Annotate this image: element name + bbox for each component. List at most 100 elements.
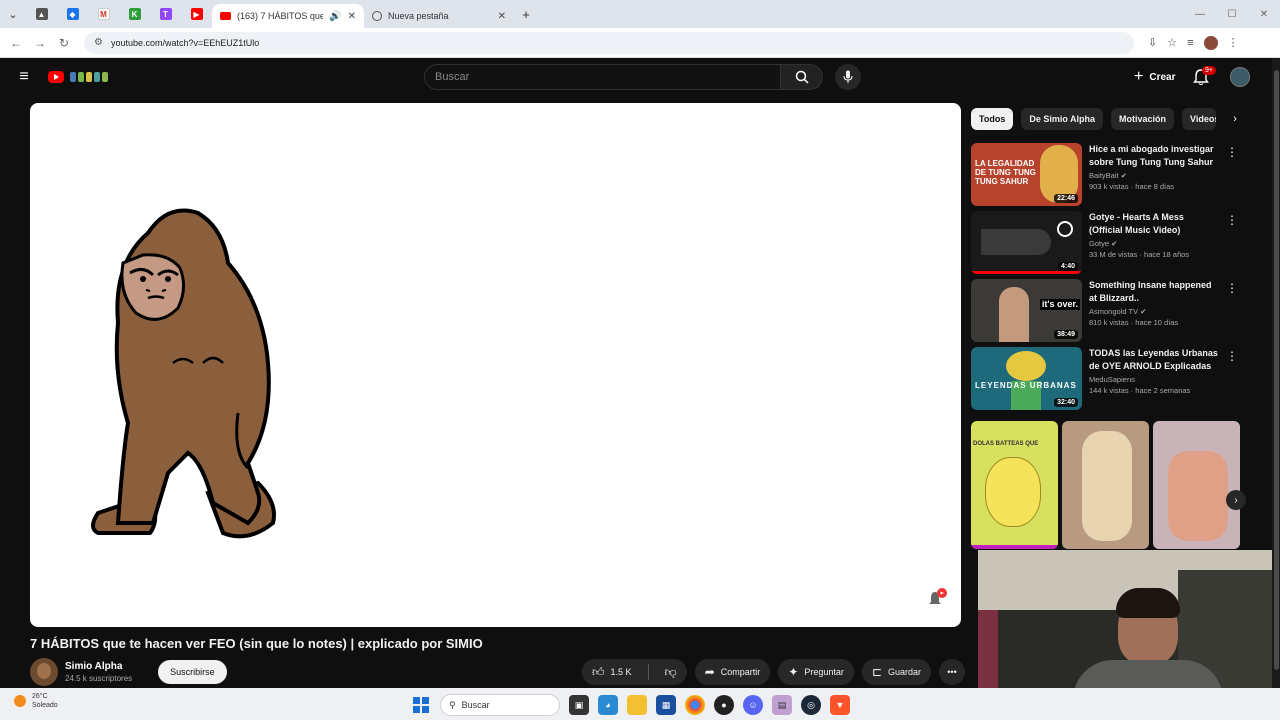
close-window-button[interactable]: ✕: [1248, 0, 1280, 28]
dislike-button[interactable]: 👎︎: [655, 659, 687, 685]
search-input[interactable]: [424, 64, 781, 90]
app-icon: K: [128, 8, 141, 20]
scrollbar-thumb[interactable]: [1274, 70, 1279, 670]
create-button[interactable]: + Crear: [1124, 66, 1185, 88]
recommendation-stats: 33 M de vistas · hace 18 años: [1089, 250, 1190, 259]
chip-motivacion[interactable]: Motivación: [1111, 108, 1175, 130]
search-bar: [424, 64, 861, 90]
pinned-tab-2[interactable]: ◆: [57, 0, 88, 28]
recommendation-item[interactable]: LEYENDAS URBANAS 32:40 TODAS las Leyenda…: [971, 347, 1246, 410]
install-app-icon[interactable]: ⇩: [1148, 36, 1157, 49]
recommendation-channel: Gotye ✔: [1089, 239, 1219, 248]
more-vert-icon[interactable]: ⋮: [1226, 281, 1238, 295]
minimize-button[interactable]: —: [1184, 0, 1216, 28]
copilot-icon[interactable]: ◕: [598, 695, 618, 715]
video-thumbnail[interactable]: LA LEGALIDAD DE TUNG TUNG TUNG SAHUR 22:…: [971, 143, 1082, 206]
pinned-tab-1[interactable]: ▲: [26, 0, 57, 28]
pinned-tab-gmail[interactable]: M: [88, 0, 119, 28]
close-tab-icon[interactable]: ✕: [498, 11, 506, 22]
channel-name[interactable]: Simio Alpha: [65, 661, 132, 672]
verified-icon: ✔: [1111, 239, 1118, 248]
short-item[interactable]: [1062, 421, 1149, 549]
new-tab-button[interactable]: +: [514, 7, 538, 22]
tab-search-icon[interactable]: ⌄: [0, 0, 26, 28]
thumbnail-figure: [981, 229, 1051, 255]
discord-icon[interactable]: ☺: [743, 695, 763, 715]
share-button[interactable]: ➦ Compartir: [694, 659, 771, 685]
video-player[interactable]: [30, 103, 961, 627]
tab-new-tab[interactable]: Nueva pestaña ✕: [364, 4, 514, 28]
chevron-right-icon[interactable]: ›: [1224, 108, 1246, 130]
video-thumbnail[interactable]: it's over. 38:49: [971, 279, 1082, 342]
taskbar-search[interactable]: ⚲ Buscar: [440, 694, 560, 716]
recommendation-item[interactable]: LA LEGALIDAD DE TUNG TUNG TUNG SAHUR 22:…: [971, 143, 1246, 206]
voice-search-button[interactable]: [835, 64, 861, 90]
save-button[interactable]: ⊏ Guardar: [861, 659, 931, 685]
subscribe-button[interactable]: Suscribirse: [158, 660, 227, 684]
bookmark-icon: ⊏: [871, 665, 882, 679]
short-item[interactable]: [1153, 421, 1240, 549]
weather-widget[interactable]: 26°C Soleado: [14, 692, 58, 710]
browser-menu-icon[interactable]: ⋮: [1228, 36, 1239, 49]
speaker-icon[interactable]: 🔊: [329, 11, 341, 22]
pinned-tab-twitch[interactable]: T: [150, 0, 181, 28]
search-icon: ⚲: [449, 699, 456, 710]
youtube-logo-icon[interactable]: [48, 71, 64, 83]
duration-badge: 32:40: [1054, 398, 1078, 407]
ask-button[interactable]: ✦ Preguntar: [778, 659, 854, 685]
short-item[interactable]: DOLAS BATTEAS QUE: [971, 421, 1058, 549]
youtube-doodle[interactable]: [70, 70, 110, 84]
duration-badge: 4:40: [1057, 262, 1078, 271]
media-control-icon[interactable]: ≡: [1187, 37, 1193, 49]
like-dislike-group: 👍︎ 1.5 K 👎︎: [581, 659, 687, 685]
video-thumbnail[interactable]: LEYENDAS URBANAS 32:40: [971, 347, 1082, 410]
reload-button[interactable]: ↻: [52, 36, 76, 50]
more-vert-icon[interactable]: ⋮: [1226, 349, 1238, 363]
plus-icon: +: [1134, 68, 1144, 85]
like-button[interactable]: 👍︎ 1.5 K: [582, 659, 642, 685]
brave-icon[interactable]: ▼: [830, 695, 850, 715]
more-vert-icon[interactable]: ⋮: [1226, 213, 1238, 227]
thumbnail-caption: it's over.: [1039, 299, 1080, 310]
chip-de-simio-alpha[interactable]: De Simio Alpha: [1021, 108, 1104, 130]
task-view-icon[interactable]: ▣: [569, 695, 589, 715]
more-horizontal-icon: •••: [947, 667, 957, 677]
channel-avatar[interactable]: [30, 658, 58, 686]
app-icon[interactable]: ▤: [772, 695, 792, 715]
close-tab-icon[interactable]: ✕: [348, 11, 356, 22]
recommendation-item[interactable]: it's over. 38:49 Something Insane happen…: [971, 279, 1246, 342]
more-actions-button[interactable]: •••: [939, 659, 965, 685]
app-icon: ◆: [66, 8, 79, 20]
chip-videos[interactable]: Videos: [1182, 108, 1217, 130]
notification-bell-overlay-icon[interactable]: [926, 587, 948, 609]
maximize-button[interactable]: ☐: [1216, 0, 1248, 28]
steam-icon[interactable]: ◎: [801, 695, 821, 715]
store-icon[interactable]: ▦: [656, 695, 676, 715]
windows-start-icon[interactable]: [411, 695, 431, 715]
url-bar[interactable]: ⚙ youtube.com/watch?v=EEhEUZ1tUlo: [84, 31, 1134, 54]
channel-name: Asmongold TV: [1089, 307, 1139, 316]
account-avatar[interactable]: [1230, 67, 1250, 87]
verified-icon: ✔: [1120, 171, 1127, 180]
shorts-next-chevron-icon[interactable]: ›: [1226, 490, 1246, 510]
pinned-tab-4[interactable]: K: [119, 0, 150, 28]
chip-todos[interactable]: Todos: [971, 108, 1014, 130]
search-button[interactable]: [781, 64, 823, 90]
forward-button[interactable]: →: [28, 36, 52, 50]
share-icon: ➦: [704, 665, 715, 679]
obs-icon[interactable]: ●: [714, 695, 734, 715]
bookmark-star-icon[interactable]: ☆: [1167, 36, 1177, 49]
tab-youtube-video[interactable]: (163) 7 HÁBITOS que te hac 🔊 ✕: [212, 4, 364, 28]
site-info-icon[interactable]: ⚙: [94, 37, 103, 48]
video-thumbnail[interactable]: 4:40: [971, 211, 1082, 274]
chrome-icon[interactable]: [685, 695, 705, 715]
recommendation-item[interactable]: 4:40 Gotye - Hearts A Mess (Official Mus…: [971, 211, 1246, 274]
profile-avatar[interactable]: [1203, 35, 1218, 50]
more-vert-icon[interactable]: ⋮: [1226, 145, 1238, 159]
thumbs-down-icon: 👎︎: [664, 664, 677, 679]
file-explorer-icon[interactable]: [627, 695, 647, 715]
menu-hamburger-icon[interactable]: ≡: [0, 68, 48, 86]
watched-progress: [971, 545, 1058, 549]
pinned-tab-youtube[interactable]: ▶: [181, 0, 212, 28]
back-button[interactable]: ←: [4, 36, 28, 50]
